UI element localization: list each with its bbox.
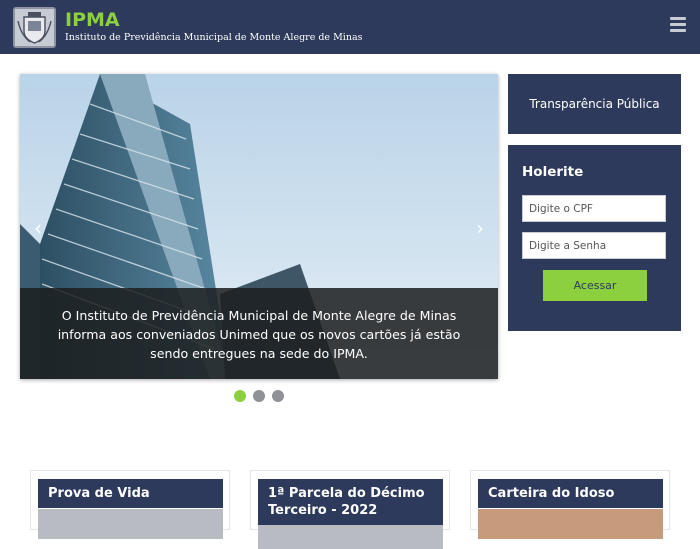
site-header: IPMA Instituto de Previdência Municipal … bbox=[0, 0, 700, 54]
brand-name[interactable]: IPMA bbox=[65, 9, 120, 31]
cpf-input[interactable] bbox=[522, 195, 666, 222]
holerite-title: Holerite bbox=[522, 164, 584, 180]
caption-line: O Instituto de Previdência Municipal de … bbox=[61, 308, 457, 323]
carousel-dot-1[interactable] bbox=[234, 390, 246, 402]
menu-bar-middle bbox=[670, 23, 686, 26]
news-card-title[interactable]: Prova de Vida bbox=[38, 479, 223, 508]
news-card-title[interactable]: 1ª Parcela do Décimo Terceiro - 2022 bbox=[258, 479, 443, 525]
caption-line: informa aos conveniados Unimed que os no… bbox=[57, 327, 461, 342]
password-input[interactable] bbox=[522, 232, 666, 259]
carousel-caption[interactable]: O Instituto de Previdência Municipal de … bbox=[20, 288, 498, 379]
news-card-image bbox=[478, 509, 663, 539]
news-card-prova-de-vida[interactable]: Prova de Vida bbox=[30, 470, 230, 539]
coat-of-arms-logo-icon[interactable] bbox=[13, 7, 56, 48]
scroll-corner bbox=[690, 509, 700, 519]
carousel-dot-3[interactable] bbox=[272, 390, 284, 402]
menu-bar-top bbox=[670, 17, 686, 20]
acessar-button[interactable]: Acessar bbox=[543, 270, 647, 301]
news-card-image bbox=[38, 509, 223, 539]
hamburger-menu-icon[interactable] bbox=[670, 17, 688, 35]
transparencia-publica-button[interactable]: Transparência Pública bbox=[508, 74, 681, 134]
news-card-carteira-do-idoso[interactable]: Carteira do Idoso bbox=[470, 470, 670, 539]
menu-bar-bottom bbox=[670, 29, 686, 32]
news-card-decimo-terceiro[interactable]: 1ª Parcela do Décimo Terceiro - 2022 bbox=[250, 470, 450, 549]
carousel-next-button[interactable]: › bbox=[470, 214, 490, 242]
caption-line: sendo entregues na sede do IPMA. bbox=[150, 346, 368, 361]
brand-subtitle: Instituto de Previdência Municipal de Mo… bbox=[65, 32, 363, 43]
carousel-prev-button[interactable]: ‹ bbox=[28, 214, 48, 242]
holerite-login-panel: Holerite Acessar bbox=[508, 145, 681, 331]
news-card-title[interactable]: Carteira do Idoso bbox=[478, 479, 663, 508]
carousel-dot-2[interactable] bbox=[253, 390, 265, 402]
